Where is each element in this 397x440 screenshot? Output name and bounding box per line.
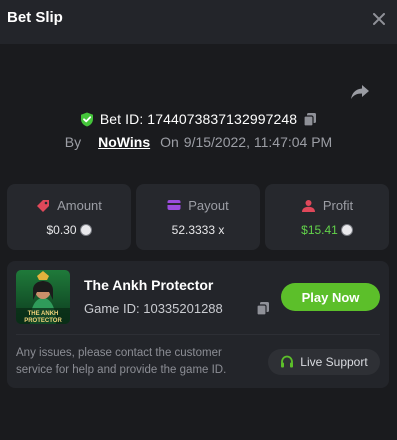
- bet-stats: Amount $0.30 Payout 52.3333 x Profit $15…: [7, 184, 389, 250]
- copy-icon: [256, 302, 269, 316]
- profit-label: Profit: [322, 197, 354, 213]
- headset-icon: [281, 355, 294, 368]
- live-support-label: Live Support: [300, 355, 368, 369]
- bet-id: Bet ID: 174407383713299724­8: [99, 111, 298, 127]
- divider: [16, 334, 380, 335]
- on-label: On: [160, 134, 179, 150]
- game-title[interactable]: The Ankh Protector: [84, 277, 213, 293]
- payout-card: Payout 52.3333 x: [136, 184, 260, 250]
- bet-meta-row: By NoWins On 9/15/2022, 11:47:04 PM: [0, 132, 397, 152]
- bet-id-row: Bet ID: 174407383713299724­8: [0, 108, 397, 130]
- svg-text:THE ANKH: THE ANKH: [28, 311, 59, 317]
- coin-icon: [79, 223, 92, 236]
- game-id: Game ID: 10335201288: [84, 301, 223, 316]
- game-card: THE ANKH PROTECTOR The Ankh Protector Ga…: [7, 261, 389, 388]
- payout-value: 52.3333 x: [171, 222, 225, 237]
- svg-text:PROTECTOR: PROTECTOR: [24, 318, 62, 324]
- copy-icon: [303, 112, 317, 127]
- wallet-icon: [167, 200, 181, 210]
- shield-check-icon: [80, 112, 93, 126]
- profit-card: Profit $15.41: [265, 184, 389, 250]
- amount-value: $0.30: [46, 222, 77, 237]
- share-icon: [351, 85, 369, 99]
- close-icon: [373, 13, 385, 25]
- profit-value: $15.41: [301, 222, 338, 237]
- play-now-button[interactable]: Play Now: [281, 283, 380, 311]
- payout-label: Payout: [188, 197, 229, 213]
- by-label: By: [64, 134, 82, 150]
- game-thumbnail[interactable]: THE ANKH PROTECTOR: [16, 270, 70, 324]
- profit-icon: [301, 199, 315, 212]
- copy-bet-id-button[interactable]: [303, 112, 317, 127]
- support-notice: Any issues, please contact the customer …: [16, 347, 227, 376]
- page-title: Bet Slip: [7, 9, 63, 26]
- share-button[interactable]: [348, 81, 372, 103]
- copy-game-id-button[interactable]: [256, 301, 272, 317]
- tag-icon: [37, 199, 50, 212]
- live-support-button[interactable]: Live Support: [268, 349, 380, 375]
- game-thumbnail-art: THE ANKH PROTECTOR: [16, 270, 70, 324]
- close-button[interactable]: [369, 9, 389, 29]
- bet-datetime: 9/15/2022, 11:47:04 PM: [183, 134, 333, 150]
- amount-card: Amount $0.30: [7, 184, 131, 250]
- header-bar: Bet Slip: [0, 0, 397, 44]
- amount-label: Amount: [57, 197, 102, 213]
- username-link[interactable]: NoWins: [98, 134, 150, 150]
- coin-icon: [340, 223, 353, 236]
